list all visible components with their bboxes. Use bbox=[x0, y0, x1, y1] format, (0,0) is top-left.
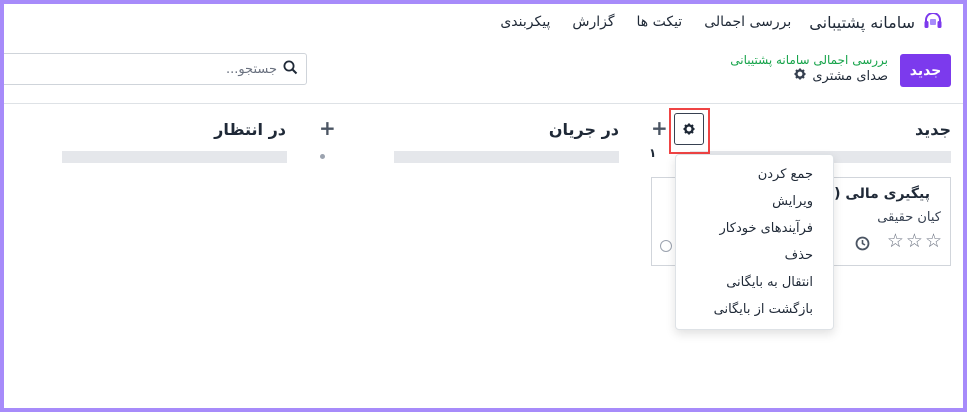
menu-item-fold[interactable]: جمع کردن bbox=[676, 161, 833, 188]
nav-tickets[interactable]: تیکت ها bbox=[637, 14, 683, 30]
gear-icon bbox=[683, 123, 695, 135]
control-panel: جدید بررسی اجمالی سامانه پشتیبانی صدای م… bbox=[0, 40, 963, 104]
app-name: سامانه پشتیبانی bbox=[809, 12, 915, 32]
nav-reports[interactable]: گزارش bbox=[572, 14, 614, 30]
menu-item-edit[interactable]: ویرایش bbox=[676, 188, 833, 215]
column-progress-waiting bbox=[62, 151, 287, 163]
add-column-new-button[interactable]: + bbox=[651, 116, 668, 140]
clock-icon[interactable] bbox=[855, 236, 870, 255]
nav-configuration[interactable]: پیکربندی bbox=[500, 14, 550, 30]
search-icon[interactable] bbox=[283, 60, 298, 79]
menu-item-unarchive[interactable]: بازگشت از بایگانی bbox=[676, 296, 833, 323]
status-radio[interactable] bbox=[660, 240, 672, 252]
column-dot-in-progress bbox=[320, 154, 325, 159]
search-bar[interactable]: جستجو... bbox=[0, 53, 307, 85]
breadcrumb: بررسی اجمالی سامانه پشتیبانی صدای مشتری bbox=[730, 52, 888, 86]
star-icon[interactable]: ☆ bbox=[925, 232, 942, 251]
breadcrumb-parent-link[interactable]: بررسی اجمالی سامانه پشتیبانی bbox=[730, 52, 888, 68]
star-icon[interactable]: ☆ bbox=[906, 232, 923, 251]
search-input[interactable]: جستجو... bbox=[226, 62, 277, 77]
ticket-customer: کیان حقیقی bbox=[877, 210, 941, 225]
app-brand[interactable]: سامانه پشتیبانی bbox=[809, 13, 943, 32]
column-settings-menu: جمع کردن ویرایش فرآیندهای خودکار حذف انت… bbox=[675, 154, 834, 330]
column-settings-button[interactable] bbox=[674, 113, 704, 145]
gear-icon[interactable] bbox=[794, 68, 806, 86]
column-progress-in-progress bbox=[394, 151, 619, 163]
menu-item-delete[interactable]: حذف bbox=[676, 242, 833, 269]
menu-item-archive[interactable]: انتقال به بایگانی bbox=[676, 269, 833, 296]
new-button[interactable]: جدید bbox=[900, 54, 951, 87]
priority-stars[interactable]: ☆ ☆ ☆ bbox=[887, 232, 942, 251]
menu-item-automations[interactable]: فرآیندهای خودکار bbox=[676, 215, 833, 242]
column-title-waiting: در انتظار bbox=[214, 120, 286, 139]
breadcrumb-current: صدای مشتری bbox=[730, 68, 888, 86]
column-count-new: ۱ bbox=[649, 146, 657, 160]
star-icon[interactable]: ☆ bbox=[887, 232, 904, 251]
nav-overview[interactable]: بررسی اجمالی bbox=[704, 14, 791, 30]
headset-icon bbox=[923, 13, 943, 31]
top-navbar: سامانه پشتیبانی بررسی اجمالی تیکت ها گزا… bbox=[4, 4, 963, 40]
add-column-in-progress-button[interactable]: + bbox=[319, 116, 336, 140]
column-title-new: جدید bbox=[914, 120, 951, 139]
breadcrumb-current-label: صدای مشتری bbox=[812, 69, 888, 84]
column-title-in-progress: در جریان bbox=[548, 120, 619, 139]
